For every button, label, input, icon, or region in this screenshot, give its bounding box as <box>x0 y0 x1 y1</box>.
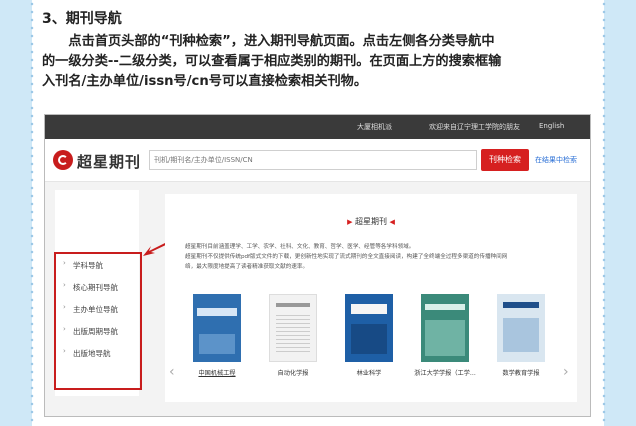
main-title: ▶ 超星期刊 ◀ <box>165 216 577 227</box>
paragraph-line-3: 入刊名/主办单位/issn号/cn号可以直接检索相关刊物。 <box>42 74 368 89</box>
journal-cover[interactable] <box>345 294 393 362</box>
triangle-left-icon: ◀ <box>389 218 395 226</box>
triangle-right-icon: ▶ <box>347 218 353 226</box>
journal-cover[interactable] <box>421 294 469 362</box>
main-panel: ▶ 超星期刊 ◀ 超星期刊目前涵盖理学、工学、农学、社科、文化、教育、哲学、医学… <box>165 194 577 402</box>
topbar-link-1[interactable]: 大厦相机派 <box>357 122 392 132</box>
journal-title-link[interactable]: 中国机械工程 <box>182 368 252 377</box>
journal-cover[interactable] <box>497 294 545 362</box>
carousel-next-arrow-icon[interactable]: › <box>563 364 569 380</box>
journal-title-link[interactable]: 浙江大学学报（工学... <box>410 368 480 377</box>
left-background-panel <box>0 0 32 426</box>
embedded-screenshot: 大厦相机派 欢迎来自辽宁理工学院的朋友 English 超星期刊 刊种检索 在结… <box>44 114 591 417</box>
site-logo-text[interactable]: 超星期刊 <box>77 151 141 172</box>
intro-line: 超星期刊目前涵盖理学、工学、农学、社科、文化、教育、哲学、医学、经管等各学科领域… <box>185 244 415 250</box>
paragraph-line-1: 点击首页头部的“刊种检索”，进入期刊导航页面。点击左侧各分类导航中 <box>68 34 495 49</box>
journal-title-link[interactable]: 数学教育学报 <box>486 368 556 377</box>
logo-icon <box>53 150 73 170</box>
section-heading: 3、期刊导航 <box>42 11 122 27</box>
journal-cover[interactable] <box>193 294 241 362</box>
paragraph-line-2: 的一级分类--二级分类，可以查看属于相应类别的期刊。在页面上方的搜索框输 <box>42 54 502 69</box>
topbar-english-link[interactable]: English <box>539 122 564 130</box>
journal-cover[interactable] <box>269 294 317 362</box>
main-title-text: 超星期刊 <box>355 217 387 226</box>
site-topbar: 大厦相机派 欢迎来自辽宁理工学院的朋友 English <box>45 115 590 139</box>
article-section: 3、期刊导航 点击首页头部的“刊种检索”，进入期刊导航页面。点击左侧各分类导航中… <box>42 8 594 92</box>
right-background-panel <box>604 0 636 426</box>
page-content: › 学科导航 › 核心期刊导航 › 主办单位导航 › 出版周期导航 › 出版地导… <box>45 182 590 416</box>
journal-carousel: 中国机械工程 自动化学报 林业科学 浙江大学学报（工学... 数学教育学报 <box>189 294 569 390</box>
journal-title-link[interactable]: 林业科学 <box>334 368 404 377</box>
right-dot-border <box>602 0 606 426</box>
search-in-results-link[interactable]: 在结果中检索 <box>535 155 577 165</box>
site-header: 超星期刊 刊种检索 在结果中检索 <box>45 139 590 182</box>
intro-line: 络，最大限度地提高了读者精准获取文献的速率。 <box>185 264 309 270</box>
left-dot-border <box>30 0 34 426</box>
carousel-prev-arrow-icon[interactable]: ‹ <box>169 364 175 380</box>
search-button[interactable]: 刊种检索 <box>481 149 529 171</box>
intro-line: 超星期刊不仅提供传统pdf版式文件的下载，更创新性地实现了流式期刊的全文直接阅读… <box>185 254 508 260</box>
journal-title-link[interactable]: 自动化学报 <box>258 368 328 377</box>
highlight-box <box>54 252 142 390</box>
search-input[interactable] <box>149 150 477 170</box>
topbar-welcome: 欢迎来自辽宁理工学院的朋友 <box>429 123 520 131</box>
intro-text: 超星期刊目前涵盖理学、工学、农学、社科、文化、教育、哲学、医学、经管等各学科领域… <box>185 242 565 272</box>
